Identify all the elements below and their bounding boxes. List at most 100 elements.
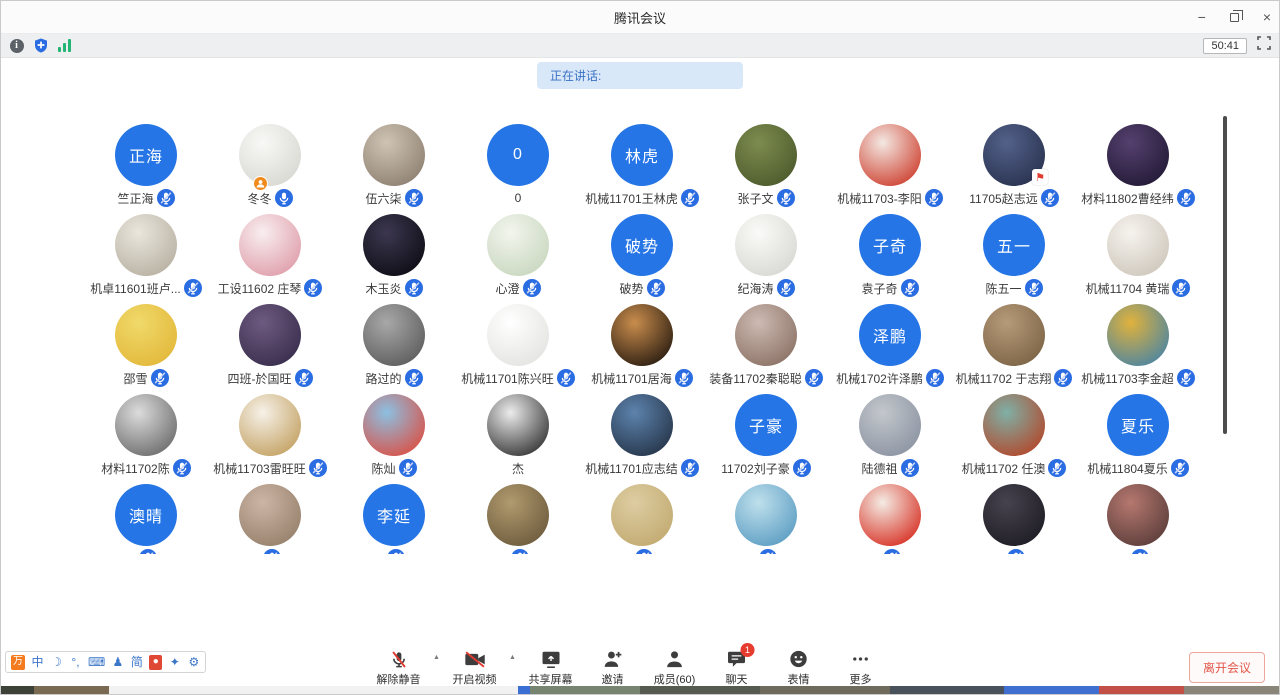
ime-lang-icon[interactable]: 中 bbox=[31, 655, 44, 670]
taskbar-window-segment[interactable] bbox=[890, 686, 1005, 694]
participant-tile[interactable]: 纪海涛 bbox=[704, 214, 828, 304]
network-signal-icon[interactable] bbox=[57, 38, 72, 53]
participant-tile[interactable]: 机械11702 于志翔 bbox=[952, 304, 1076, 394]
ime-user-icon[interactable]: ♟ bbox=[111, 655, 124, 670]
participant-tile[interactable] bbox=[456, 484, 580, 554]
participant-tile[interactable]: 00 bbox=[456, 124, 580, 214]
participant-tile[interactable]: 子豪11702刘子豪 bbox=[704, 394, 828, 484]
participant-tile[interactable]: 陈灿 bbox=[332, 394, 456, 484]
options-caret-icon[interactable]: ▲ bbox=[430, 654, 444, 661]
participant-tile[interactable]: 机械11703李金超 bbox=[1076, 304, 1200, 394]
taskbar-window-segment[interactable] bbox=[1184, 686, 1279, 694]
participant-tile[interactable]: 李延 bbox=[332, 484, 456, 554]
participant-tile[interactable]: 夏乐机械11804夏乐 bbox=[1076, 394, 1200, 484]
ime-skin-icon[interactable]: ✦ bbox=[168, 655, 181, 670]
taskbar-window-segment[interactable] bbox=[109, 686, 518, 694]
toolbar-chat-button[interactable]: 1聊天 bbox=[706, 649, 768, 687]
avatar-initials: 子奇 bbox=[859, 214, 921, 276]
participant-tile[interactable]: 杰 bbox=[456, 394, 580, 484]
participant-tile[interactable]: 机械11701居海 bbox=[580, 304, 704, 394]
participant-tile[interactable]: 装备11702秦聪聪 bbox=[704, 304, 828, 394]
participant-tile[interactable]: 机械11701应志结 bbox=[580, 394, 704, 484]
taskbar-window-segment[interactable] bbox=[518, 686, 530, 694]
toolbar-camera-off-button[interactable]: 开启视频 bbox=[444, 649, 506, 687]
taskbar-window-segment[interactable] bbox=[1004, 686, 1099, 694]
taskbar-window-segment[interactable] bbox=[760, 686, 890, 694]
participant-tile[interactable]: 冬冬 bbox=[208, 124, 332, 214]
avatar-photo bbox=[239, 214, 301, 276]
participant-tile[interactable] bbox=[828, 484, 952, 554]
participant-tile[interactable]: 张子文 bbox=[704, 124, 828, 214]
participant-tile[interactable]: 四班-於国旺 bbox=[208, 304, 332, 394]
toolbar-emoji-button[interactable]: 表情 bbox=[768, 649, 830, 687]
ime-punct-icon[interactable]: °, bbox=[69, 655, 82, 670]
participant-tile[interactable]: 机卓11601班卢... bbox=[84, 214, 208, 304]
info-icon[interactable]: i bbox=[9, 38, 24, 53]
fullscreen-icon[interactable] bbox=[1257, 36, 1271, 55]
participant-tile[interactable]: 工设11602 庄琴 bbox=[208, 214, 332, 304]
avatar-initials: 夏乐 bbox=[1107, 394, 1169, 456]
toolbar-members-button[interactable]: 成员(60) bbox=[644, 649, 706, 687]
ime-logo-icon[interactable]: 万 bbox=[11, 655, 25, 670]
avatar-initials: 澳晴 bbox=[115, 484, 177, 546]
participant-tile[interactable]: 子奇袁子奇 bbox=[828, 214, 952, 304]
scrollbar-thumb[interactable] bbox=[1223, 116, 1227, 434]
leave-meeting-button[interactable]: 离开会议 bbox=[1189, 652, 1265, 683]
minimize-button[interactable]: − bbox=[1198, 10, 1206, 24]
ime-settings-icon[interactable]: ⚙ bbox=[187, 655, 200, 670]
avatar-initials: 正海 bbox=[115, 124, 177, 186]
participant-tile[interactable]: 材料11702陈 bbox=[84, 394, 208, 484]
toolbar-invite-button[interactable]: 邀请 bbox=[582, 649, 644, 687]
ime-fullhalf-icon[interactable]: ☽ bbox=[50, 655, 63, 670]
taskbar-window-segment[interactable] bbox=[530, 686, 640, 694]
close-button[interactable]: × bbox=[1263, 10, 1271, 24]
participant-tile[interactable]: 心澄 bbox=[456, 214, 580, 304]
participant-tile[interactable]: 机械11703雷旺旺 bbox=[208, 394, 332, 484]
participant-tile[interactable]: 机械11704 黄瑞 bbox=[1076, 214, 1200, 304]
participant-tile[interactable]: ⚑11705赵志远 bbox=[952, 124, 1076, 214]
ime-voice-icon[interactable]: ● bbox=[149, 655, 162, 670]
participant-tile[interactable]: 陆德祖 bbox=[828, 394, 952, 484]
toolbar-mic-off-button[interactable]: 解除静音 bbox=[368, 649, 430, 687]
taskbar-window-segment[interactable] bbox=[640, 686, 760, 694]
avatar bbox=[487, 214, 549, 276]
participant-tile[interactable]: 泽鹏机械1702许泽鹏 bbox=[828, 304, 952, 394]
participant-tile[interactable]: 五一陈五一 bbox=[952, 214, 1076, 304]
toolbar-button-label: 邀请 bbox=[602, 671, 624, 687]
participant-tile[interactable]: 机械11703-李阳 bbox=[828, 124, 952, 214]
participant-tile[interactable] bbox=[1076, 484, 1200, 554]
options-caret-icon[interactable]: ▲ bbox=[506, 654, 520, 661]
shield-icon[interactable] bbox=[33, 38, 48, 53]
toolbar-screen-share-button[interactable]: 共享屏幕 bbox=[520, 649, 582, 687]
participant-tile[interactable]: 林虎机械11701王林虎 bbox=[580, 124, 704, 214]
participant-tile[interactable] bbox=[580, 484, 704, 554]
participant-tile[interactable]: 路过的 bbox=[332, 304, 456, 394]
ime-keyboard-icon[interactable]: ⌨ bbox=[88, 655, 105, 670]
participant-tile[interactable] bbox=[208, 484, 332, 554]
participant-tile[interactable]: 材料11802曹经纬 bbox=[1076, 124, 1200, 214]
taskbar-window-segment[interactable] bbox=[34, 686, 109, 694]
participant-tile[interactable]: 破势破势 bbox=[580, 214, 704, 304]
taskbar-window-segment[interactable] bbox=[1, 686, 34, 694]
participant-tile[interactable]: 木玉炎 bbox=[332, 214, 456, 304]
toolbar-more-button[interactable]: 更多 bbox=[830, 649, 892, 687]
participant-tile[interactable] bbox=[704, 484, 828, 554]
participant-name-row: 机械11702 于志翔 bbox=[956, 368, 1073, 388]
participant-tile[interactable]: 伍六柒 bbox=[332, 124, 456, 214]
mic-off-icon bbox=[389, 649, 408, 669]
ime-simplified-icon[interactable]: 简 bbox=[130, 655, 143, 670]
mic-muted-icon bbox=[399, 459, 417, 477]
participant-tile[interactable]: 邵雪 bbox=[84, 304, 208, 394]
mic-muted-icon bbox=[173, 459, 191, 477]
restore-button[interactable] bbox=[1230, 13, 1239, 22]
participant-name-row: 机械11703雷旺旺 bbox=[213, 458, 326, 478]
mic-muted-icon bbox=[1048, 459, 1066, 477]
participant-tile[interactable]: 机械11701陈兴旺 bbox=[456, 304, 580, 394]
desktop-taskbar bbox=[1, 686, 1279, 694]
taskbar-window-segment[interactable] bbox=[1099, 686, 1184, 694]
participant-tile[interactable] bbox=[952, 484, 1076, 554]
participant-tile[interactable]: 正海竺正海 bbox=[84, 124, 208, 214]
participant-tile[interactable]: 澳晴 bbox=[84, 484, 208, 554]
avatar-photo bbox=[1107, 484, 1169, 546]
participant-tile[interactable]: 机械11702 任澳 bbox=[952, 394, 1076, 484]
